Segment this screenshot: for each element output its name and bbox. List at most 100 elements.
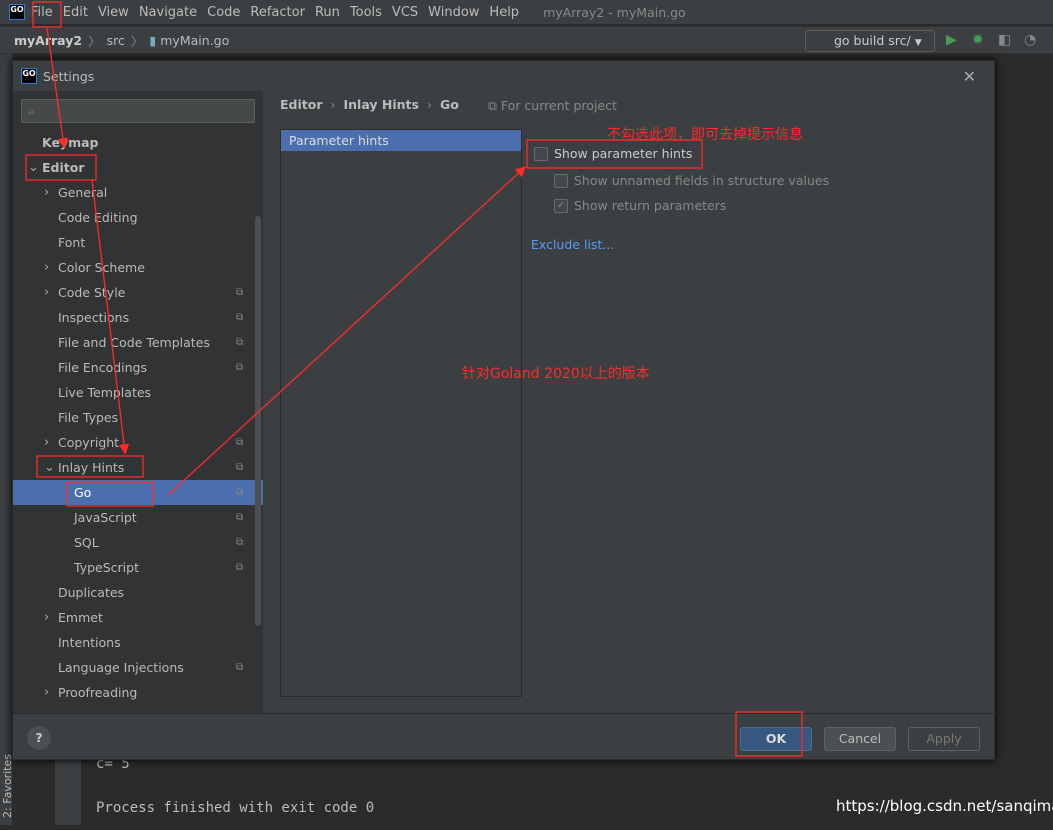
- tree-item-live-templates[interactable]: Live Templates: [13, 380, 263, 405]
- ok-button[interactable]: OK: [740, 727, 812, 751]
- list-item-parameter-hints[interactable]: Parameter hints: [281, 130, 521, 151]
- crumb-editor: Editor: [280, 97, 323, 112]
- project-scope-icon: ⧉: [236, 537, 244, 548]
- tree-item-go[interactable]: Go ⧉: [13, 480, 263, 505]
- chevron-right-icon[interactable]: ›: [44, 255, 49, 280]
- tree-item-file-encodings[interactable]: File Encodings ⧉: [13, 355, 263, 380]
- tree-item-font[interactable]: Font: [13, 230, 263, 255]
- show-return-parameters-checkbox[interactable]: ✓ Show return parameters: [554, 198, 726, 213]
- tree-item-proofreading[interactable]: › Proofreading: [13, 680, 263, 705]
- menu-run[interactable]: Run: [315, 5, 340, 20]
- close-icon[interactable]: ✕: [963, 67, 976, 86]
- tree-item-language-injections[interactable]: Language Injections ⧉: [13, 655, 263, 680]
- tree-item-label: Keymap: [42, 135, 99, 150]
- profile-icon[interactable]: ◔: [1024, 32, 1036, 48]
- settings-search-input[interactable]: ⌕: [21, 99, 255, 123]
- menu-refactor[interactable]: Refactor: [250, 5, 305, 20]
- tree-item-editor[interactable]: ⌄ Editor: [13, 155, 263, 180]
- checkbox-label: Show unnamed fields in structure values: [574, 173, 830, 188]
- checkbox-box[interactable]: ✓: [554, 198, 568, 213]
- chevron-right-icon[interactable]: ›: [44, 680, 49, 705]
- tree-item-inspections[interactable]: Inspections ⧉: [13, 305, 263, 330]
- chevron-right-icon[interactable]: ›: [44, 280, 49, 305]
- tree-scrollbar[interactable]: [255, 216, 261, 626]
- tree-item-duplicates[interactable]: Duplicates: [13, 580, 263, 605]
- scope-text: For current project: [500, 98, 617, 113]
- tree-item-sql[interactable]: SQL ⧉: [13, 530, 263, 555]
- exclude-list-link[interactable]: Exclude list...: [531, 237, 614, 252]
- checkbox-box[interactable]: [534, 146, 548, 161]
- tree-item-file-types[interactable]: File Types: [13, 405, 263, 430]
- tree-item-label: Inlay Hints: [58, 460, 125, 475]
- chevron-down-icon[interactable]: ⌄: [28, 155, 39, 180]
- run-config-select[interactable]: go build src/ ▼: [805, 30, 935, 52]
- tree-item-label: File Types: [58, 410, 119, 425]
- debug-icon[interactable]: ✹: [972, 32, 984, 48]
- tree-item-label: Language Injections: [58, 660, 184, 675]
- hint-type-list: Parameter hints: [280, 129, 522, 697]
- breadcrumb-folder[interactable]: src: [107, 33, 125, 48]
- chevron-down-icon[interactable]: ⌄: [44, 455, 55, 480]
- apply-button[interactable]: Apply: [908, 727, 980, 751]
- breadcrumb-file[interactable]: myMain.go: [160, 33, 229, 48]
- annotation-uncheck-note: 不勾选此项，即可去掉提示信息: [607, 127, 803, 143]
- chevron-right-icon[interactable]: ›: [44, 430, 49, 455]
- menu-code[interactable]: Code: [207, 5, 240, 20]
- tree-item-label: File and Code Templates: [58, 335, 210, 350]
- tree-item-javascript[interactable]: JavaScript ⧉: [13, 505, 263, 530]
- tree-item-label: Code Style: [58, 285, 126, 300]
- watermark: https://blog.csdn.net/sanqima: [836, 797, 1053, 815]
- show-unnamed-fields-checkbox[interactable]: Show unnamed fields in structure values: [554, 173, 829, 188]
- tree-item-copyright[interactable]: › Copyright ⧉: [13, 430, 263, 455]
- menu-vcs[interactable]: VCS: [392, 5, 418, 20]
- chevron-right-icon: 〉: [130, 33, 144, 49]
- dialog-footer: ? OK Cancel Apply: [13, 713, 996, 761]
- checkbox-label: Show parameter hints: [554, 146, 693, 161]
- tree-item-label: Font: [58, 235, 86, 250]
- coverage-icon[interactable]: ◧: [998, 32, 1011, 48]
- chevron-right-icon[interactable]: ›: [44, 180, 49, 205]
- menu-window[interactable]: Window: [428, 5, 479, 20]
- tree-item-code-editing[interactable]: Code Editing: [13, 205, 263, 230]
- project-scope-icon: ⧉: [236, 487, 244, 498]
- tree-item-label: Editor: [42, 160, 85, 175]
- project-scope-icon: ⧉: [236, 562, 244, 573]
- menu-help[interactable]: Help: [489, 5, 519, 20]
- tree-item-intentions[interactable]: Intentions: [13, 630, 263, 655]
- menu-tools[interactable]: Tools: [350, 5, 382, 20]
- navigation-bar: myArray2 〉 src 〉 ▮ myMain.go go build src/ …: [0, 26, 1053, 54]
- dropdown-icon: ▼: [914, 38, 922, 48]
- tree-item-color-scheme[interactable]: › Color Scheme: [13, 255, 263, 280]
- menu-view[interactable]: View: [98, 5, 129, 20]
- tree-item-label: Duplicates: [58, 585, 125, 600]
- run-icon[interactable]: ▶: [946, 32, 957, 48]
- help-button[interactable]: ?: [27, 726, 51, 750]
- tree-item-code-style[interactable]: › Code Style ⧉: [13, 280, 263, 305]
- checkbox-label: Show return parameters: [574, 198, 727, 213]
- project-scope-icon: ⧉: [236, 337, 244, 348]
- show-parameter-hints-checkbox[interactable]: Show parameter hints: [534, 146, 692, 161]
- menu-edit[interactable]: Edit: [63, 5, 88, 20]
- tree-item-keymap[interactable]: Keymap: [13, 130, 263, 155]
- cancel-button[interactable]: Cancel: [824, 727, 896, 751]
- tree-item-label: Code Editing: [58, 210, 138, 225]
- project-scope-icon: ⧉: [236, 462, 244, 473]
- checkbox-box[interactable]: [554, 173, 568, 188]
- tree-item-label: General: [58, 185, 108, 200]
- tree-item-typescript[interactable]: TypeScript ⧉: [13, 555, 263, 580]
- tree-item-general[interactable]: › General: [13, 180, 263, 205]
- tree-item-file-and-code-templates[interactable]: File and Code Templates ⧉: [13, 330, 263, 355]
- menu-navigate[interactable]: Navigate: [139, 5, 197, 20]
- breadcrumb-project[interactable]: myArray2: [14, 33, 82, 48]
- tree-item-label: Inspections: [58, 310, 130, 325]
- tree-item-inlay-hints[interactable]: ⌄ Inlay Hints ⧉: [13, 455, 263, 480]
- project-scope-icon: ⧉: [236, 362, 244, 373]
- project-scope-icon: ⧉: [236, 662, 244, 673]
- chevron-right-icon[interactable]: ›: [44, 605, 49, 630]
- tree-item-emmet[interactable]: › Emmet: [13, 605, 263, 630]
- tree-item-label: Color Scheme: [58, 260, 145, 275]
- menu-file[interactable]: File: [31, 5, 53, 20]
- dialog-title: Settings: [43, 68, 95, 84]
- goland-logo: GO: [9, 4, 25, 20]
- window-title: myArray2 - myMain.go: [543, 4, 686, 20]
